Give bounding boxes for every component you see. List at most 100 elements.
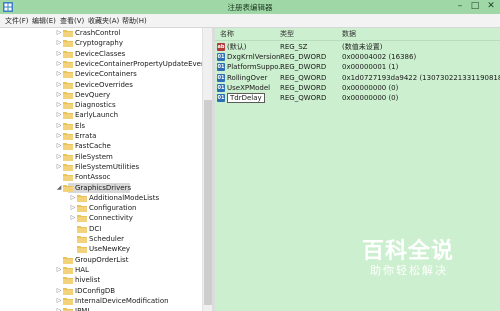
tree-item[interactable]: ▷ IPMI bbox=[0, 306, 202, 311]
tree-item[interactable]: ▷ AdditionalModeLists bbox=[0, 193, 202, 203]
watermark-title: 百科全说 bbox=[362, 239, 455, 264]
value-data: 0x00004002 (16386) bbox=[342, 53, 417, 62]
value-name-edit-box[interactable]: TdrDelay bbox=[227, 93, 265, 103]
menu-favorites[interactable]: 收藏夹(A) bbox=[88, 16, 119, 26]
expand-arrow-icon[interactable]: ▷ bbox=[56, 49, 62, 59]
folder-icon bbox=[77, 236, 87, 243]
minimize-button[interactable]: – bbox=[452, 0, 468, 14]
tree-item-label: GraphicsDrivers bbox=[75, 183, 132, 192]
tree-item[interactable]: ▷ EarlyLaunch bbox=[0, 110, 202, 120]
menu-file[interactable]: 文件(F) bbox=[5, 16, 29, 26]
tree-item[interactable]: DCI bbox=[0, 224, 202, 234]
binary-value-icon: 01 bbox=[217, 83, 225, 92]
tree-item-label: DCI bbox=[89, 224, 102, 233]
folder-icon bbox=[63, 102, 73, 110]
expand-arrow-icon[interactable]: ▷ bbox=[56, 90, 62, 100]
tree-item[interactable]: FontAssoc bbox=[0, 172, 202, 182]
expand-arrow-icon[interactable]: ▷ bbox=[56, 121, 62, 131]
expand-arrow-icon[interactable]: ▷ bbox=[70, 213, 76, 223]
tree-item[interactable]: ▷ Configuration bbox=[0, 203, 202, 213]
tree-item[interactable]: ▷ Errata bbox=[0, 131, 202, 141]
folder-icon bbox=[77, 246, 87, 254]
expand-arrow-icon[interactable]: ▷ bbox=[70, 193, 76, 203]
tree-item[interactable]: ▷ FileSystemUtilities bbox=[0, 162, 202, 172]
registry-key-tree[interactable]: ▷ CrashControl ▷ Cryptography ▷ DeviceClasses… bbox=[0, 28, 202, 311]
tree-item[interactable]: ▷ Cryptography bbox=[0, 38, 202, 48]
value-data: (数值未设置) bbox=[342, 43, 383, 51]
expand-arrow-icon[interactable]: ▷ bbox=[56, 152, 62, 162]
column-header-name[interactable]: 名称 bbox=[220, 28, 234, 40]
scrollbar-thumb[interactable] bbox=[204, 100, 212, 305]
maximize-button[interactable]: □ bbox=[468, 0, 482, 14]
folder-icon bbox=[63, 50, 73, 58]
close-button[interactable]: ✕ bbox=[482, 0, 500, 14]
tree-item[interactable]: ▷ Connectivity bbox=[0, 213, 202, 223]
tree-item[interactable]: Scheduler bbox=[0, 234, 202, 244]
menu-view[interactable]: 查看(V) bbox=[60, 16, 84, 26]
folder-icon bbox=[77, 215, 87, 223]
expand-arrow-icon[interactable]: ▷ bbox=[56, 286, 62, 296]
value-name: DxgKrnlVersion bbox=[227, 53, 281, 62]
tree-item[interactable]: UseNewKey bbox=[0, 244, 202, 254]
menu-bar: 文件(F) 编辑(E) 查看(V) 收藏夹(A) 帮助(H) bbox=[0, 14, 500, 28]
value-row[interactable]: 01 PlatformSuppo... REG_DWORD 0x00000001 (1… bbox=[215, 62, 500, 72]
tree-item[interactable]: ▷ DeviceContainerPropertyUpdateEvents bbox=[0, 59, 202, 69]
tree-item[interactable]: ▷ Diagnostics bbox=[0, 100, 202, 110]
value-row[interactable]: 01 DxgKrnlVersion REG_DWORD 0x00004002 (163… bbox=[215, 52, 500, 62]
value-row[interactable]: 01 UseXPModel REG_DWORD 0x00000000 (0) bbox=[215, 83, 500, 93]
tree-item-label: FileSystem bbox=[75, 152, 113, 161]
value-row[interactable]: 01 RollingOver REG_QWORD 0x1d0727193da9422 … bbox=[215, 73, 500, 83]
tree-item[interactable]: ▷ FileSystem bbox=[0, 152, 202, 162]
expand-arrow-icon[interactable]: ▷ bbox=[56, 141, 62, 151]
expand-arrow-icon[interactable]: ▷ bbox=[56, 162, 62, 172]
registry-values-list[interactable]: 名称 类型 数据 ab (默认) REG_SZ (数值未设置) 01 DxgKrnlVer… bbox=[215, 28, 500, 311]
tree-item[interactable]: ▷ DevQuery bbox=[0, 90, 202, 100]
tree-item[interactable]: ▷ FastCache bbox=[0, 141, 202, 151]
tree-item[interactable]: ▷ DeviceClasses bbox=[0, 49, 202, 59]
menu-help[interactable]: 帮助(H) bbox=[122, 16, 147, 26]
value-name: UseXPModel bbox=[227, 83, 271, 92]
tree-item[interactable]: ▷ DeviceOverrides bbox=[0, 80, 202, 90]
tree-item-label: Scheduler bbox=[89, 235, 125, 243]
expand-arrow-icon[interactable]: ▷ bbox=[56, 59, 62, 69]
expand-arrow-icon[interactable]: ▷ bbox=[56, 296, 62, 306]
value-row[interactable]: ab (默认) REG_SZ (数值未设置) bbox=[215, 42, 500, 52]
tree-item[interactable]: ▷ HAL bbox=[0, 265, 202, 275]
value-name: PlatformSuppo... bbox=[227, 63, 286, 72]
tree-item[interactable]: ▷ DeviceContainers bbox=[0, 69, 202, 79]
expand-arrow-icon[interactable]: ▷ bbox=[56, 28, 62, 38]
folder-icon bbox=[77, 205, 87, 213]
folder-icon bbox=[63, 277, 73, 285]
tree-item-label: FastCache bbox=[75, 142, 111, 151]
menu-edit[interactable]: 编辑(E) bbox=[32, 16, 56, 26]
tree-item-label: EarlyLaunch bbox=[75, 111, 119, 120]
expand-arrow-icon[interactable]: ▷ bbox=[70, 203, 76, 213]
expand-arrow-icon[interactable]: ▷ bbox=[56, 265, 62, 275]
expand-arrow-icon[interactable]: ▷ bbox=[56, 131, 62, 141]
tree-item[interactable]: ▷ InternalDeviceModification bbox=[0, 296, 202, 306]
string-value-icon: ab bbox=[217, 43, 225, 51]
tree-item[interactable]: ▷ CrashControl bbox=[0, 28, 202, 38]
value-row[interactable]: 01 TdrDelay REG_QWORD 0x00000000 (0) bbox=[215, 93, 500, 103]
column-header-type[interactable]: 类型 bbox=[280, 28, 294, 40]
expand-arrow-icon[interactable]: ▷ bbox=[56, 110, 62, 120]
folder-icon bbox=[63, 287, 73, 295]
expand-arrow-icon[interactable]: ▷ bbox=[56, 100, 62, 110]
folder-icon bbox=[63, 163, 73, 171]
folder-icon bbox=[63, 184, 73, 192]
collapse-arrow-icon[interactable]: ◢ bbox=[56, 183, 62, 193]
tree-item[interactable]: GroupOrderList bbox=[0, 255, 202, 265]
expand-arrow-icon[interactable]: ▷ bbox=[56, 69, 62, 79]
binary-value-icon: 01 bbox=[217, 63, 225, 72]
tree-item[interactable]: ▷ Els bbox=[0, 121, 202, 131]
tree-item[interactable]: ▷ IDConfigDB bbox=[0, 286, 202, 296]
column-header-data[interactable]: 数据 bbox=[342, 28, 356, 40]
expand-arrow-icon[interactable]: ▷ bbox=[56, 38, 62, 48]
tree-item-label: Diagnostics bbox=[75, 101, 116, 110]
value-type: REG_DWORD bbox=[280, 53, 327, 62]
tree-item[interactable]: hivelist bbox=[0, 275, 202, 285]
expand-arrow-icon[interactable]: ▷ bbox=[56, 306, 62, 311]
tree-item[interactable]: ◢ GraphicsDrivers bbox=[0, 182, 202, 193]
tree-item-label: DevQuery bbox=[75, 90, 111, 99]
expand-arrow-icon[interactable]: ▷ bbox=[56, 80, 62, 90]
